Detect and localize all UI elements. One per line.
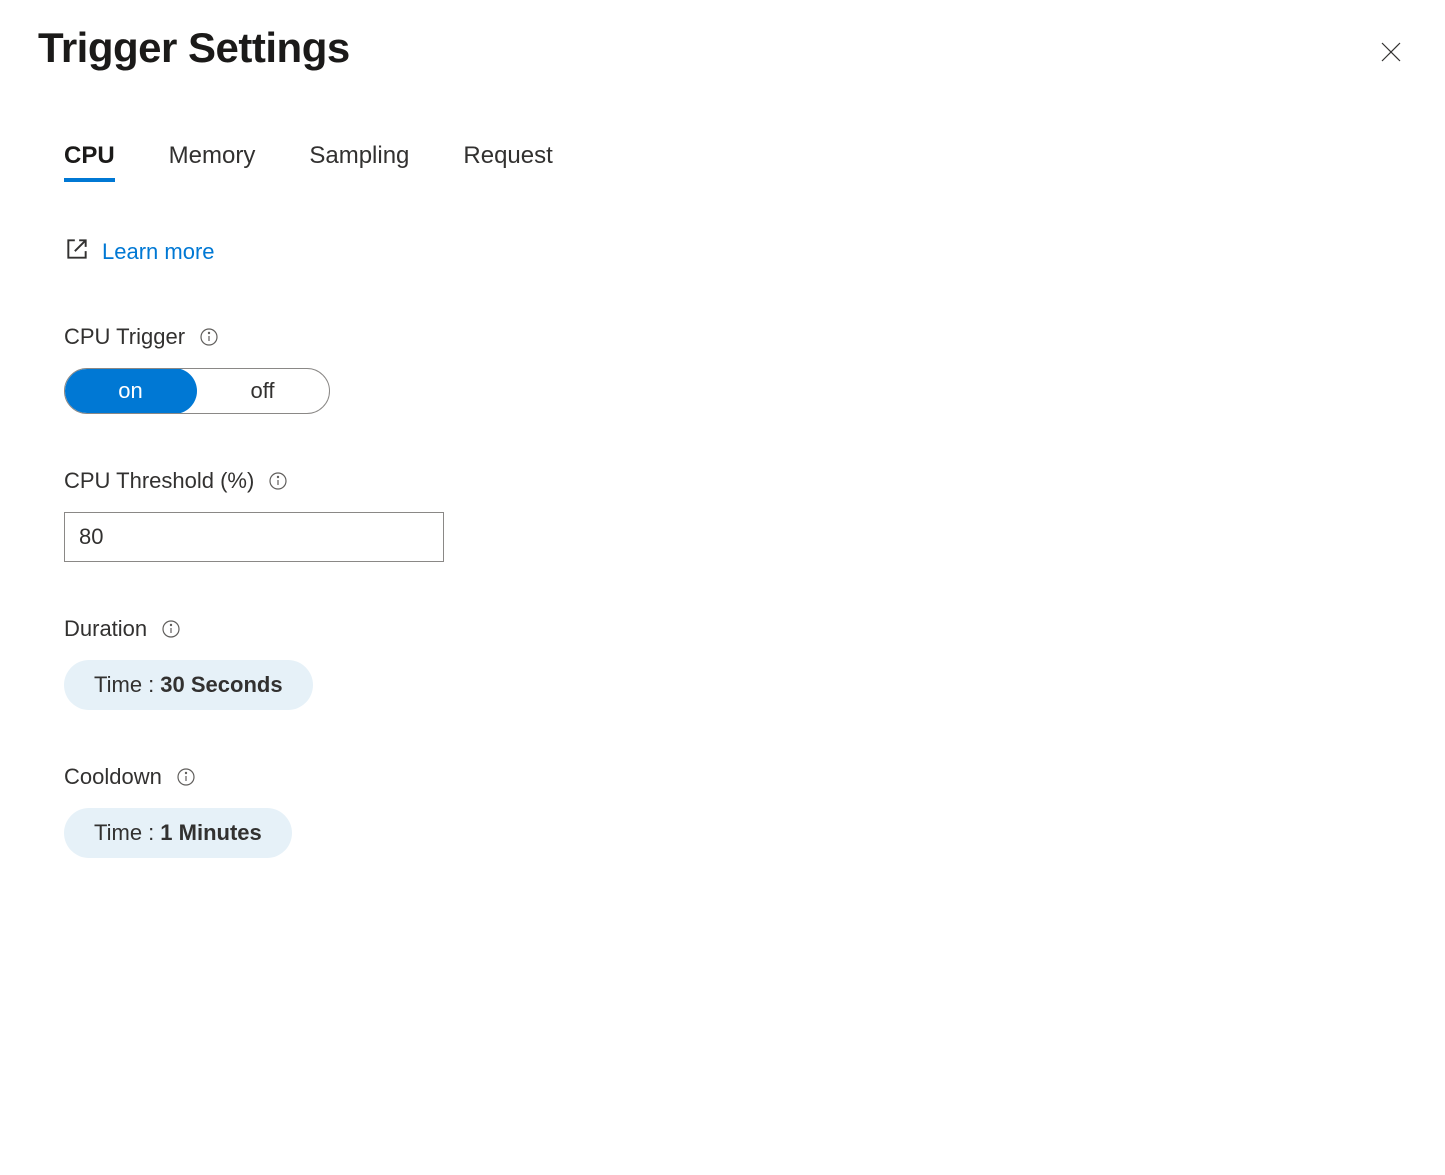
duration-pill[interactable]: Time : 30 Seconds	[64, 660, 313, 710]
cooldown-label: Cooldown	[64, 764, 162, 790]
tab-request[interactable]: Request	[463, 142, 552, 180]
tab-sampling[interactable]: Sampling	[309, 142, 409, 180]
tab-memory[interactable]: Memory	[169, 142, 256, 180]
info-icon[interactable]	[268, 471, 288, 491]
external-link-icon	[64, 236, 90, 268]
field-cooldown: Cooldown Time : 1 Minutes	[64, 764, 1407, 858]
info-icon[interactable]	[161, 619, 181, 639]
close-icon	[1379, 38, 1403, 71]
field-duration: Duration Time : 30 Seconds	[64, 616, 1407, 710]
duration-pill-value: 30 Seconds	[160, 672, 282, 698]
panel-content: CPU Memory Sampling Request Learn more C…	[38, 80, 1407, 858]
field-label-row: Duration	[64, 616, 1407, 642]
trigger-settings-panel: Trigger Settings CPU Memory Sampling Req…	[0, 0, 1445, 936]
toggle-off[interactable]: off	[196, 369, 329, 413]
field-cpu-trigger: CPU Trigger on off	[64, 324, 1407, 414]
learn-more-link[interactable]: Learn more	[64, 236, 215, 268]
learn-more-label: Learn more	[102, 239, 215, 265]
cpu-threshold-input[interactable]	[64, 512, 444, 562]
tab-bar: CPU Memory Sampling Request	[64, 142, 1407, 180]
cooldown-pill-prefix: Time :	[94, 820, 154, 846]
toggle-on[interactable]: on	[64, 368, 197, 414]
panel-title: Trigger Settings	[38, 24, 350, 72]
close-button[interactable]	[1369, 30, 1413, 80]
duration-pill-prefix: Time :	[94, 672, 154, 698]
field-cpu-threshold: CPU Threshold (%)	[64, 468, 1407, 562]
info-icon[interactable]	[199, 327, 219, 347]
field-label-row: CPU Trigger	[64, 324, 1407, 350]
cooldown-pill-value: 1 Minutes	[160, 820, 261, 846]
tab-cpu[interactable]: CPU	[64, 142, 115, 180]
cpu-trigger-label: CPU Trigger	[64, 324, 185, 350]
info-icon[interactable]	[176, 767, 196, 787]
cooldown-pill[interactable]: Time : 1 Minutes	[64, 808, 292, 858]
cpu-threshold-label: CPU Threshold (%)	[64, 468, 254, 494]
field-label-row: Cooldown	[64, 764, 1407, 790]
panel-header: Trigger Settings	[38, 24, 1407, 80]
field-label-row: CPU Threshold (%)	[64, 468, 1407, 494]
cpu-trigger-toggle[interactable]: on off	[64, 368, 330, 414]
duration-label: Duration	[64, 616, 147, 642]
